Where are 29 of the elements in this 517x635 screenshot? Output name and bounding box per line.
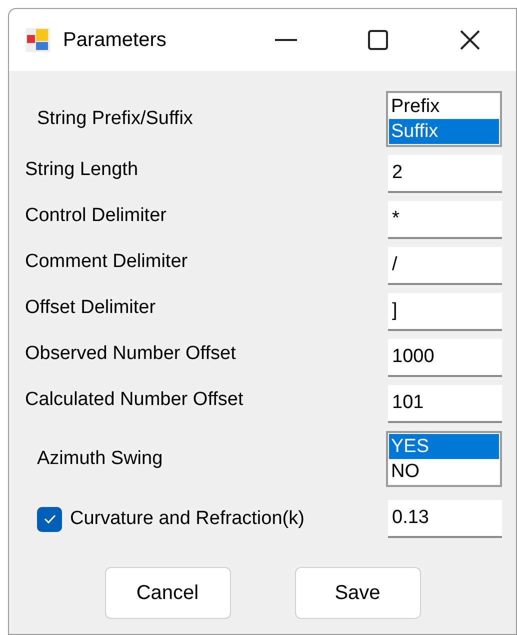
input-field[interactable]: *: [388, 201, 502, 239]
field-label: Comment Delimiter: [25, 250, 188, 274]
input-field[interactable]: 0.13: [388, 500, 502, 538]
field-label: Control Delimiter: [25, 204, 166, 228]
input-field[interactable]: 101: [388, 385, 502, 423]
list-box[interactable]: Prefix Suffix: [386, 91, 502, 147]
checkbox-label: Curvature and Refraction(k): [70, 506, 304, 531]
dialog-button[interactable]: Cancel: [104, 567, 230, 619]
field-label: String Prefix/Suffix: [37, 106, 193, 131]
field-label: Offset Delimiter: [25, 296, 156, 320]
field-label: Observed Number Offset: [25, 342, 236, 366]
dialog-button[interactable]: Save: [294, 567, 420, 619]
list-box[interactable]: YES NO: [386, 431, 502, 487]
app-icon: [25, 27, 51, 53]
field-label: String Length: [25, 158, 138, 182]
window-title: Parameters: [63, 28, 166, 53]
field-label: Azimuth Swing: [37, 446, 163, 471]
list-item[interactable]: Suffix: [389, 119, 499, 144]
list-item[interactable]: YES: [389, 434, 499, 459]
field-label: Calculated Number Offset: [25, 388, 244, 412]
input-field[interactable]: 1000: [388, 339, 502, 377]
close-icon: [460, 30, 480, 50]
input-field[interactable]: 2: [388, 155, 502, 193]
input-field[interactable]: ]: [388, 293, 502, 331]
checkbox[interactable]: [37, 506, 62, 532]
check-icon: [44, 514, 56, 524]
minimize-icon: [275, 39, 297, 41]
maximize-icon: [368, 30, 388, 50]
input-field[interactable]: /: [388, 247, 502, 285]
